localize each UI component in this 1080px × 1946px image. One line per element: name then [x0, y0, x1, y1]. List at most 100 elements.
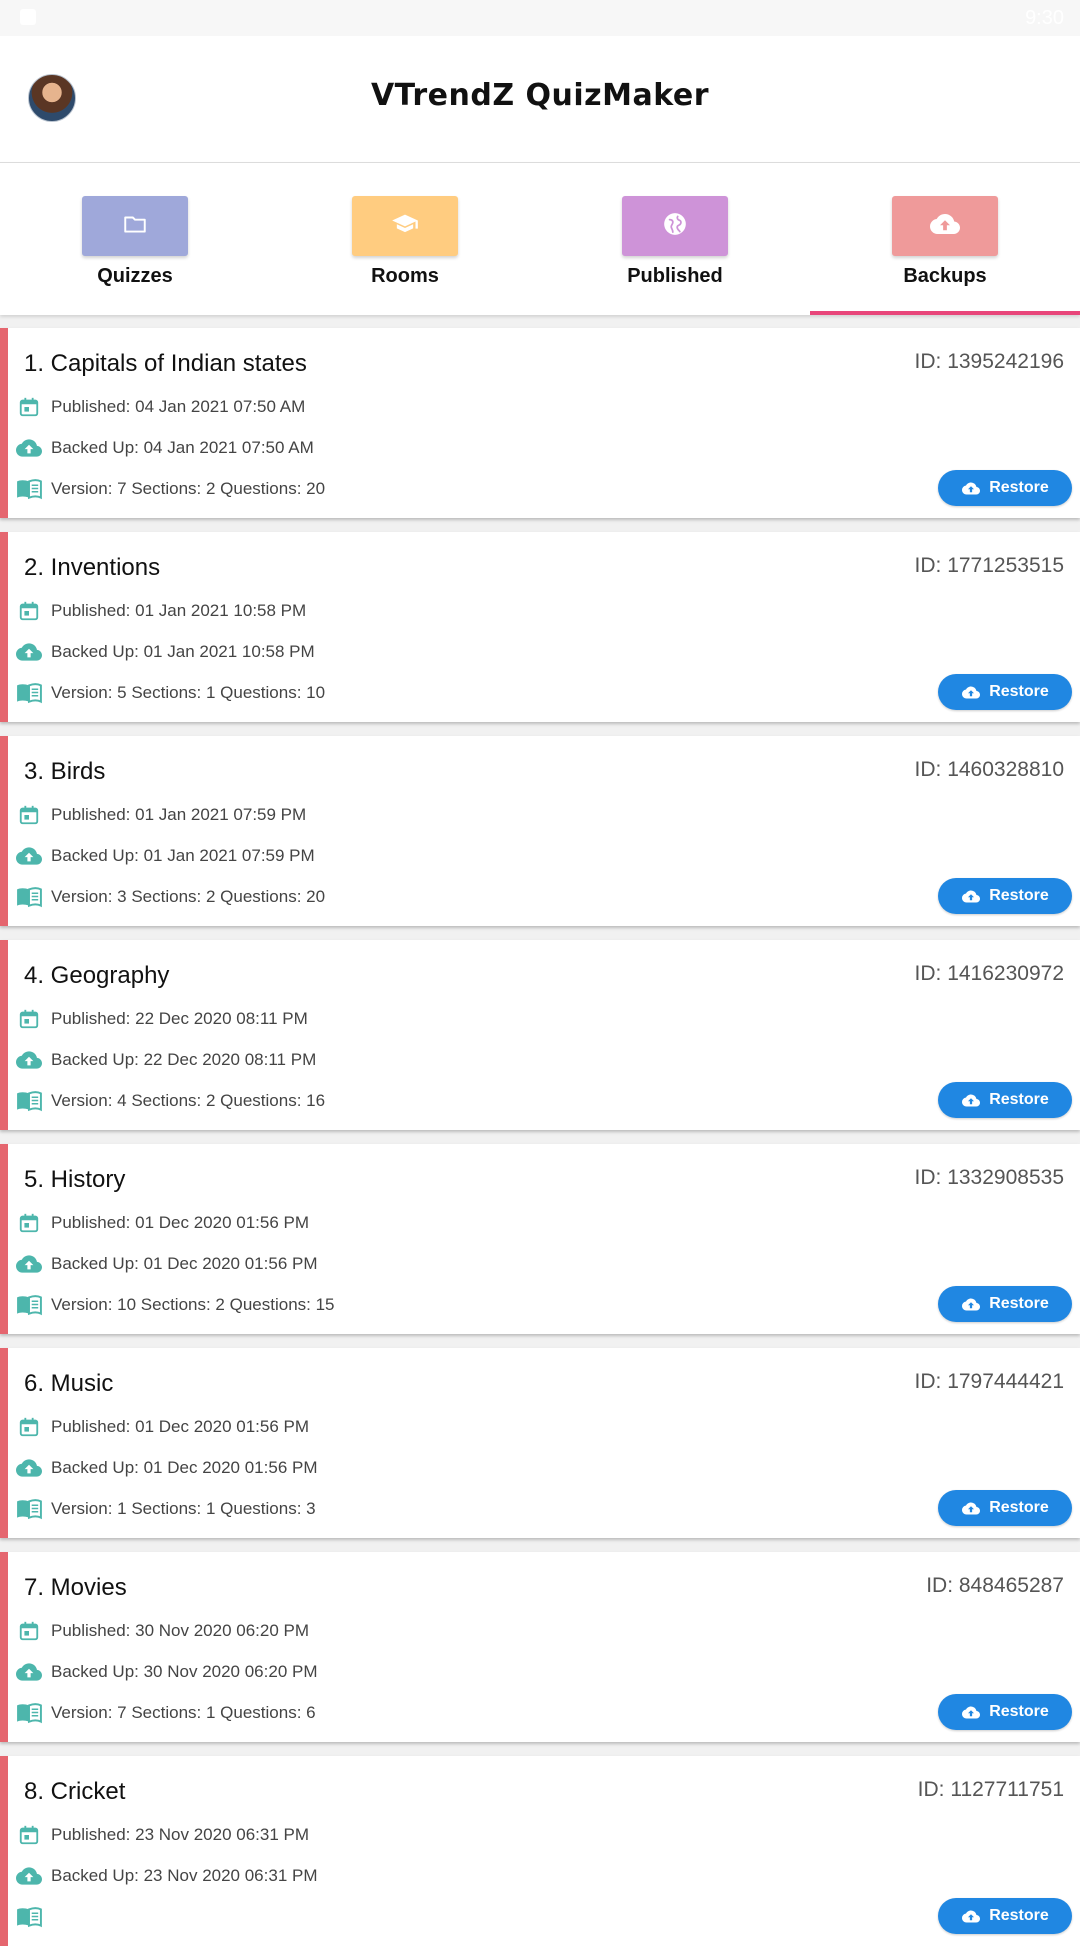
status-time: 9:30 — [1025, 7, 1064, 29]
book-icon — [16, 476, 42, 502]
restore-button[interactable]: Restore — [938, 1898, 1072, 1934]
backed-up-row: Backed Up: 01 Dec 2020 01:56 PM — [16, 1251, 318, 1277]
published-row: Published: 22 Dec 2020 08:11 PM — [16, 1006, 308, 1032]
backup-card[interactable]: 3. Birds ID: 1460328810 Published: 01 Ja… — [0, 736, 1080, 926]
backup-card[interactable]: 8. Cricket ID: 1127711751 Published: 23 … — [0, 1756, 1080, 1946]
published-date: Published: 01 Dec 2020 01:56 PM — [51, 1417, 310, 1436]
restore-button[interactable]: Restore — [938, 878, 1072, 914]
published-row: Published: 30 Nov 2020 06:20 PM — [16, 1618, 309, 1644]
quiz-details: Version: 7 Sections: 1 Questions: 6 — [51, 1703, 316, 1722]
details-row: Version: 3 Sections: 2 Questions: 20 — [16, 884, 325, 910]
page-title: VTrendZ QuizMaker — [370, 78, 710, 113]
restore-button[interactable]: Restore — [938, 1286, 1072, 1322]
backed-up-date: Backed Up: 22 Dec 2020 08:11 PM — [51, 1050, 317, 1069]
tab-quizzes-tile[interactable] — [82, 196, 188, 256]
quiz-title: 2. Inventions — [24, 554, 161, 581]
backed-up-row: Backed Up: 23 Nov 2020 06:31 PM — [16, 1863, 318, 1889]
quiz-title: 8. Cricket — [24, 1778, 126, 1805]
cloud-upload-icon — [16, 1863, 42, 1889]
published-row: Published: 01 Jan 2021 10:58 PM — [16, 598, 306, 624]
cloud-upload-icon — [16, 1251, 42, 1277]
tab-rooms[interactable]: Rooms — [270, 163, 540, 315]
restore-label: Restore — [989, 1295, 1049, 1312]
quiz-id: ID: 1771253515 — [914, 554, 1064, 577]
app-bar: VTrendZ QuizMaker — [0, 36, 1080, 162]
details-row: Version: 10 Sections: 2 Questions: 15 — [16, 1292, 335, 1318]
backup-card[interactable]: 7. Movies ID: 848465287 Published: 30 No… — [0, 1552, 1080, 1742]
cloud-upload-icon — [961, 1906, 981, 1926]
book-icon — [16, 1904, 42, 1930]
backup-card[interactable]: 4. Geography ID: 1416230972 Published: 2… — [0, 940, 1080, 1130]
quiz-id: ID: 1395242196 — [914, 350, 1064, 373]
backed-up-date: Backed Up: 01 Jan 2021 10:58 PM — [51, 642, 315, 661]
cloud-upload-icon — [16, 1455, 42, 1481]
backed-up-date: Backed Up: 01 Jan 2021 07:59 PM — [51, 846, 315, 865]
book-icon — [16, 1292, 42, 1318]
quiz-title: 3. Birds — [24, 758, 106, 785]
backed-up-date: Backed Up: 23 Nov 2020 06:31 PM — [51, 1866, 318, 1885]
restore-label: Restore — [989, 1703, 1049, 1720]
cloud-upload-icon — [961, 478, 981, 498]
calendar-icon — [16, 1822, 42, 1848]
tab-label: Published — [627, 265, 723, 287]
restore-button[interactable]: Restore — [938, 1694, 1072, 1730]
backup-card[interactable]: 6. Music ID: 1797444421 Published: 01 De… — [0, 1348, 1080, 1538]
backup-card[interactable]: 1. Capitals of Indian states ID: 1395242… — [0, 328, 1080, 518]
tab-backups[interactable]: Backups — [810, 163, 1080, 315]
card-stripe — [0, 1552, 8, 1742]
backed-up-date: Backed Up: 01 Dec 2020 01:56 PM — [51, 1458, 318, 1477]
card-stripe — [0, 736, 8, 926]
tab-label: Quizzes — [97, 265, 173, 287]
tab-bar: Quizzes Rooms Published Backups — [0, 162, 1080, 315]
tab-published-tile[interactable] — [622, 196, 728, 256]
quiz-title: 5. History — [24, 1166, 126, 1193]
backed-up-row: Backed Up: 04 Jan 2021 07:50 AM — [16, 435, 314, 461]
backup-card[interactable]: 2. Inventions ID: 1771253515 Published: … — [0, 532, 1080, 722]
notification-icon — [20, 9, 36, 25]
quiz-details: Version: 4 Sections: 2 Questions: 16 — [51, 1091, 326, 1110]
backed-up-date: Backed Up: 01 Dec 2020 01:56 PM — [51, 1254, 318, 1273]
published-date: Published: 01 Jan 2021 07:59 PM — [51, 805, 307, 824]
tab-quizzes[interactable]: Quizzes — [0, 163, 270, 315]
quiz-id: ID: 1460328810 — [914, 758, 1064, 781]
quiz-id: ID: 1416230972 — [914, 962, 1064, 985]
tab-published[interactable]: Published — [540, 163, 810, 315]
restore-button[interactable]: Restore — [938, 674, 1072, 710]
published-row: Published: 01 Jan 2021 07:59 PM — [16, 802, 306, 828]
restore-button[interactable]: Restore — [938, 470, 1072, 506]
restore-label: Restore — [989, 1091, 1049, 1108]
restore-label: Restore — [989, 683, 1049, 700]
tab-rooms-tile[interactable] — [352, 196, 458, 256]
book-icon — [16, 1088, 42, 1114]
published-date: Published: 04 Jan 2021 07:50 AM — [51, 397, 306, 416]
published-row: Published: 01 Dec 2020 01:56 PM — [16, 1210, 309, 1236]
book-icon — [16, 1496, 42, 1522]
calendar-icon — [16, 1618, 42, 1644]
quiz-id: ID: 1797444421 — [914, 1370, 1064, 1393]
details-row: Version: 4 Sections: 2 Questions: 16 — [16, 1088, 325, 1114]
published-date: Published: 22 Dec 2020 08:11 PM — [51, 1009, 308, 1028]
calendar-icon — [16, 802, 42, 828]
quiz-title: 6. Music — [24, 1370, 114, 1397]
backup-card[interactable]: 5. History ID: 1332908535 Published: 01 … — [0, 1144, 1080, 1334]
folder-icon — [122, 211, 148, 242]
restore-button[interactable]: Restore — [938, 1082, 1072, 1118]
restore-label: Restore — [989, 479, 1049, 496]
card-stripe — [0, 1756, 8, 1946]
card-stripe — [0, 328, 8, 518]
restore-label: Restore — [989, 887, 1049, 904]
quiz-details: Version: 5 Sections: 1 Questions: 10 — [51, 683, 326, 702]
restore-label: Restore — [989, 1907, 1049, 1924]
calendar-icon — [16, 1414, 42, 1440]
restore-button[interactable]: Restore — [938, 1490, 1072, 1526]
details-row: Version: 1 Sections: 1 Questions: 3 — [16, 1496, 316, 1522]
cloud-upload-icon — [961, 1090, 981, 1110]
backed-up-date: Backed Up: 04 Jan 2021 07:50 AM — [51, 438, 314, 457]
backed-up-row: Backed Up: 01 Jan 2021 10:58 PM — [16, 639, 315, 665]
card-stripe — [0, 1144, 8, 1334]
published-row: Published: 04 Jan 2021 07:50 AM — [16, 394, 305, 420]
cloud-upload-icon — [930, 209, 960, 244]
cloud-upload-icon — [16, 1047, 42, 1073]
status-bar: 9:30 — [0, 0, 1080, 36]
tab-backups-tile[interactable] — [892, 196, 998, 256]
